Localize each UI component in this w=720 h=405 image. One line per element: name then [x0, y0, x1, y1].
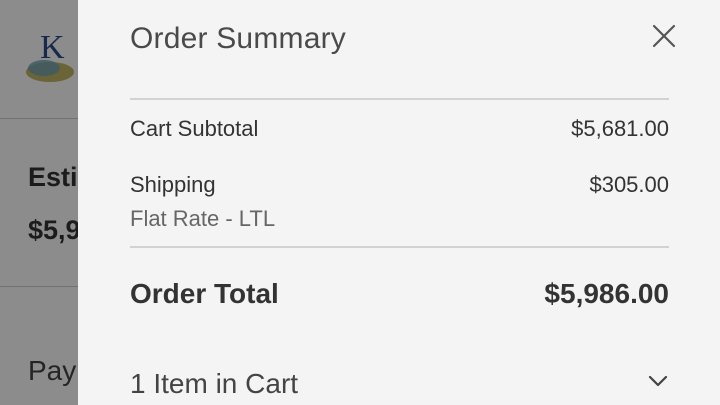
cart-subtotal-label: Cart Subtotal [130, 116, 259, 141]
chevron-down-icon [648, 375, 668, 387]
cart-subtotal-value: $5,681.00 [571, 116, 669, 141]
shipping-method: Flat Rate - LTL [130, 206, 276, 231]
order-total-label: Order Total [130, 278, 279, 309]
divider [130, 98, 669, 100]
panel-title: Order Summary [130, 22, 346, 55]
items-in-cart-toggle[interactable]: 1 Item in Cart [130, 360, 669, 405]
divider [130, 246, 669, 248]
items-in-cart-label: 1 Item in Cart [130, 368, 299, 399]
order-summary-panel: Order Summary Cart Subtotal $5,681.00 Sh… [78, 0, 720, 405]
close-icon [652, 24, 676, 48]
shipping-label: Shipping [130, 172, 216, 197]
shipping-value: $305.00 [589, 172, 669, 197]
close-button[interactable] [650, 22, 678, 50]
order-total-value: $5,986.00 [544, 278, 669, 309]
